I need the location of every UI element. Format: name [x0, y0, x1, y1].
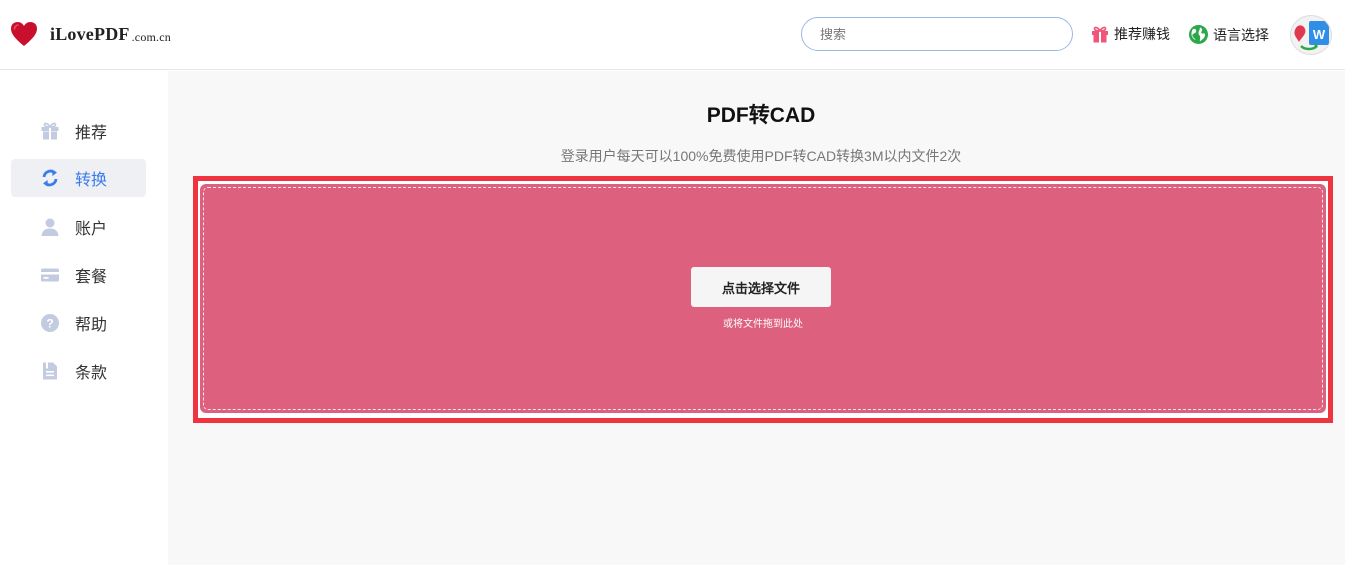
language-label: 语言选择: [1213, 26, 1269, 43]
sidebar: 推荐 转换 账户 套餐 ? 帮助 条款: [0, 71, 168, 565]
sidebar-item-account[interactable]: 账户: [11, 208, 146, 246]
page-title: PDF转CAD: [706, 104, 816, 127]
document-icon: [39, 360, 61, 382]
search-box[interactable]: [801, 17, 1073, 51]
help-icon: ?: [39, 312, 61, 334]
pdf-to-word-avatar-icon: W: [1294, 21, 1329, 51]
referral-label: 推荐赚钱: [1114, 26, 1170, 42]
page-subtitle: 登录用户每天可以100%免费使用PDF转CAD转换3M以内文件2次: [560, 148, 962, 164]
sidebar-item-convert[interactable]: 转换: [11, 159, 146, 197]
sidebar-item-label: 帮助: [75, 317, 108, 334]
sidebar-item-help[interactable]: ? 帮助: [11, 304, 146, 342]
sidebar-item-label: 套餐: [75, 269, 108, 286]
referral-link[interactable]: 推荐赚钱: [1090, 24, 1170, 44]
sidebar-item-label: 条款: [75, 365, 108, 382]
sidebar-item-label: 账户: [75, 221, 108, 238]
logo-suffix: .com.cn: [131, 29, 171, 44]
sidebar-item-recommend[interactable]: 推荐: [11, 112, 146, 150]
choose-file-button[interactable]: 点击选择文件: [691, 267, 831, 307]
sidebar-item-plans[interactable]: 套餐: [11, 256, 146, 294]
upload-frame-highlight: 点击选择文件 或将文件拖到此处: [193, 176, 1333, 423]
gift-icon: [39, 120, 61, 142]
logo-text: iLovePDF .com.cn: [50, 23, 171, 44]
user-icon: [39, 216, 61, 238]
avatar[interactable]: W: [1290, 15, 1332, 55]
logo[interactable]: iLovePDF .com.cn: [10, 20, 171, 48]
main-content: PDF转CAD 登录用户每天可以100%免费使用PDF转CAD转换3M以内文件2…: [168, 71, 1345, 565]
sidebar-item-terms[interactable]: 条款: [11, 352, 146, 390]
language-selector[interactable]: 语言选择: [1188, 24, 1269, 45]
heart-logo-icon: [11, 22, 37, 46]
svg-text:W: W: [1313, 27, 1326, 42]
sidebar-item-label: 推荐: [75, 125, 108, 142]
sidebar-item-label: 转换: [75, 172, 108, 189]
svg-text:?: ?: [46, 317, 53, 331]
globe-icon: [1189, 25, 1208, 44]
drop-hint-text: 或将文件拖到此处: [723, 319, 803, 330]
search-input[interactable]: [802, 18, 1072, 50]
gift-icon: [1092, 26, 1108, 43]
card-icon: [39, 264, 61, 286]
top-header: iLovePDF.com.cn 推荐赚钱 语言选择 W: [0, 0, 1345, 70]
file-drop-zone[interactable]: 点击选择文件 或将文件拖到此处: [200, 184, 1326, 413]
convert-icon: [39, 167, 61, 189]
